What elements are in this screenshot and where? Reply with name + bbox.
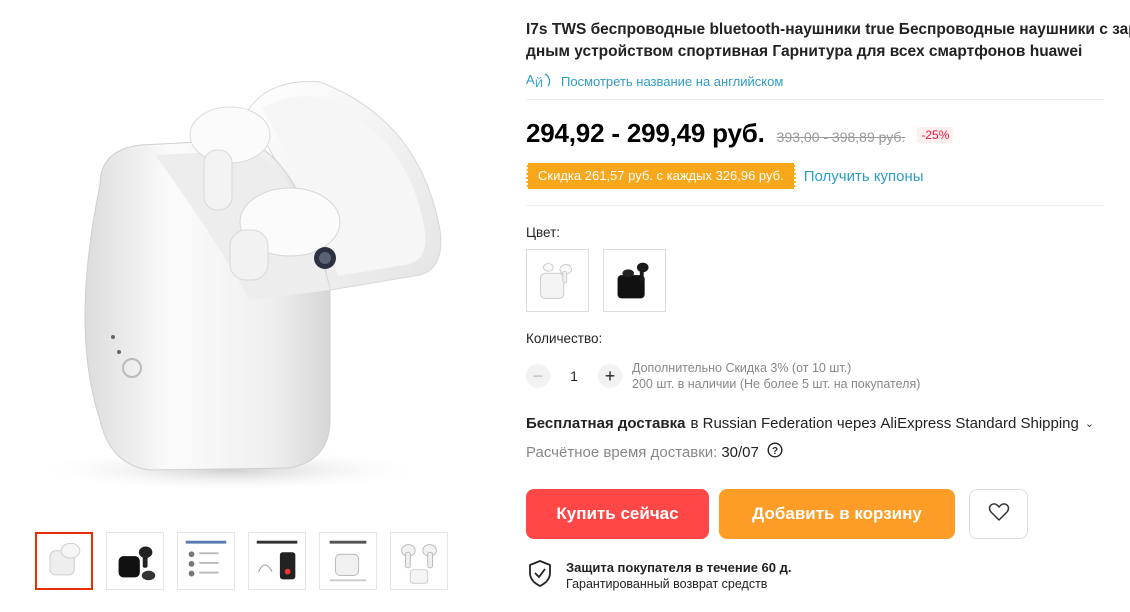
main-product-image[interactable]: [0, 0, 520, 520]
wishlist-button[interactable]: [969, 489, 1028, 539]
discount-badge: -25%: [917, 127, 954, 143]
shield-check-icon: [528, 560, 552, 592]
product-title: I7s TWS беспроводные bluetooth-наушники …: [526, 19, 1130, 63]
color-swatch-black[interactable]: [603, 249, 666, 312]
quantity-label: Количество:: [526, 331, 603, 346]
translate-title-link[interactable]: A Й Посмотреть название на английском: [526, 70, 783, 93]
stock-note: 200 шт. в наличии (Не более 5 шт. на пок…: [632, 377, 921, 391]
original-price: 393,00 - 398,89 руб.: [776, 129, 906, 145]
thumbnail-icons-sheet[interactable]: [177, 532, 235, 590]
product-title-line-2: дным устройством спортивная Гарнитура дл…: [526, 43, 1083, 60]
protection-subtitle: Гарантированный возврат средств: [566, 577, 768, 591]
price-row: 294,92 - 299,49 руб. 393,00 - 398,89 руб…: [526, 118, 954, 149]
coupon-tag: Скидка 261,57 руб. с каждых 326,96 руб.: [525, 163, 797, 189]
quantity-increase-button[interactable]: +: [598, 364, 622, 388]
bulk-discount-note: Дополнительно Скидка 3% (от 10 шт.): [632, 361, 852, 375]
protection-title: Защита покупателя в течение 60 д.: [566, 560, 792, 575]
coupon-row: Скидка 261,57 руб. с каждых 326,96 руб. …: [525, 163, 924, 189]
translate-icon: A Й: [526, 70, 553, 93]
divider: [526, 99, 1104, 100]
quantity-decrease-button[interactable]: −: [526, 364, 550, 388]
product-title-line-1: I7s TWS беспроводные bluetooth-наушники …: [526, 21, 1130, 38]
color-swatches: [526, 249, 666, 312]
buy-now-button[interactable]: Купить сейчас: [526, 489, 709, 539]
buyer-protection: Защита покупателя в течение 60 д. Гарант…: [528, 559, 791, 593]
color-label: Цвет:: [526, 225, 561, 240]
thumbnail-black-earbuds[interactable]: [106, 532, 164, 590]
help-icon[interactable]: ?: [763, 442, 783, 462]
divider: [526, 205, 1104, 206]
shipping-selector[interactable]: Бесплатная доставка в Russian Federation…: [526, 415, 1094, 432]
delivery-estimate: Расчётное время доставки: 30/07 ?: [526, 442, 783, 462]
add-to-cart-button[interactable]: Добавить в корзину: [719, 489, 955, 539]
delivery-label: Расчётное время доставки:: [526, 443, 718, 461]
product-gallery: [0, 0, 520, 612]
heart-icon: [988, 502, 1010, 527]
shipping-route: в Russian Federation через AliExpress St…: [690, 415, 1079, 432]
quantity-notes: Дополнительно Скидка 3% (от 10 шт.) 200 …: [632, 360, 920, 392]
svg-text:Й: Й: [535, 77, 543, 90]
svg-text:A: A: [526, 72, 535, 87]
thumbnail-strip: [35, 532, 448, 590]
thumbnail-white-case[interactable]: [35, 532, 93, 590]
thumbnail-pairing-sheet[interactable]: [319, 532, 377, 590]
quantity-stepper: − 1 + Дополнительно Скидка 3% (от 10 шт.…: [526, 360, 920, 392]
chevron-down-icon: ⌄: [1084, 418, 1095, 430]
translate-title-label: Посмотреть название на английском: [561, 74, 784, 89]
thumbnail-function-sheet[interactable]: [248, 532, 306, 590]
quantity-input[interactable]: 1: [550, 368, 598, 384]
current-price: 294,92 - 299,49 руб.: [526, 118, 765, 148]
color-swatch-white[interactable]: [526, 249, 589, 312]
product-info: I7s TWS беспроводные bluetooth-наушники …: [525, 0, 1130, 612]
svg-text:?: ?: [772, 446, 778, 457]
get-coupons-link[interactable]: Получить купоны: [804, 168, 924, 185]
free-shipping-label: Бесплатная доставка: [526, 415, 686, 432]
delivery-date: 30/07: [721, 443, 759, 461]
thumbnail-white-earbuds[interactable]: [390, 532, 448, 590]
